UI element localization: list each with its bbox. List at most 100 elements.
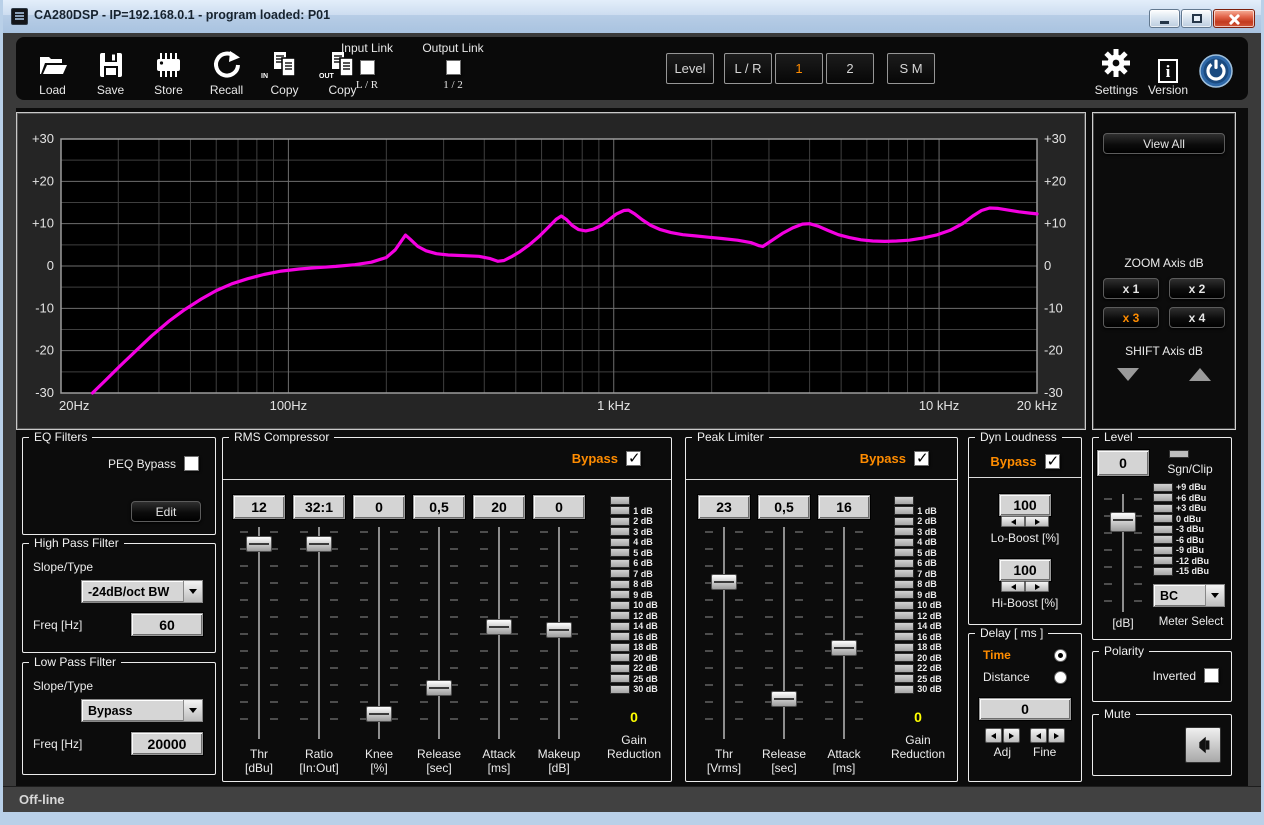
slider-thumb[interactable] [246, 536, 272, 552]
meter-segment [894, 632, 914, 641]
hi-boost-down-button[interactable] [1001, 581, 1025, 592]
slider-thumb[interactable] [306, 536, 332, 552]
delay-distance-radio[interactable] [1054, 671, 1067, 684]
slider-thumb[interactable] [831, 640, 857, 656]
eq-edit-button[interactable]: Edit [131, 501, 201, 522]
attack-slider[interactable] [822, 527, 866, 739]
slider-thumb[interactable] [711, 574, 737, 590]
shift-down-button[interactable] [1117, 368, 1139, 381]
zoom-x1-button[interactable]: x 1 [1103, 278, 1159, 299]
limiter-bypass-checkbox[interactable] [914, 451, 929, 466]
hi-boost-up-button[interactable] [1025, 581, 1049, 592]
meter-scale-label: 30 dB [630, 684, 658, 694]
makeup-slider[interactable] [537, 527, 581, 739]
meter-scale-label: 5 dB [630, 548, 653, 558]
hi-boost-value[interactable]: 100 [999, 559, 1051, 581]
thr-value[interactable]: 23 [698, 495, 750, 519]
channel-2-button[interactable]: 2 [826, 53, 874, 84]
input-link-checkbox[interactable] [360, 60, 375, 75]
attack-value[interactable]: 20 [473, 495, 525, 519]
meter-scale-label: -6 dBu [1173, 535, 1204, 545]
lo-boost-down-button[interactable] [1001, 516, 1025, 527]
minimize-button[interactable] [1149, 9, 1180, 28]
level-slider[interactable] [1101, 494, 1145, 612]
dropdown-arrow-icon[interactable] [183, 581, 202, 602]
thr-value[interactable]: 12 [233, 495, 285, 519]
delay-value[interactable]: 0 [979, 698, 1071, 720]
meter-scale-label: 14 dB [914, 621, 942, 631]
release-value[interactable]: 0,5 [758, 495, 810, 519]
slider-thumb[interactable] [1110, 512, 1136, 532]
lpf-slope-dropdown[interactable]: Bypass [81, 699, 203, 722]
knee-slider[interactable] [357, 527, 401, 739]
channel-level-button[interactable]: Level [666, 53, 714, 84]
zoom-x4-button[interactable]: x 4 [1169, 307, 1225, 328]
channel-1-button[interactable]: 1 [775, 53, 823, 84]
polarity-inverted-checkbox[interactable] [1204, 668, 1219, 683]
hpf-freq-value[interactable]: 60 [131, 613, 203, 636]
dyn-bypass-checkbox[interactable] [1045, 454, 1060, 469]
save-button[interactable]: Save [84, 41, 137, 97]
attack-value[interactable]: 16 [818, 495, 870, 519]
maximize-button[interactable] [1181, 9, 1212, 28]
release-slider[interactable] [762, 527, 806, 739]
store-chip-button[interactable]: Store [142, 41, 195, 97]
level-value[interactable]: 0 [1097, 450, 1149, 476]
makeup-value[interactable]: 0 [533, 495, 585, 519]
knee-value[interactable]: 0 [353, 495, 405, 519]
peq-bypass-checkbox[interactable] [184, 456, 199, 471]
delay-adj-up-button[interactable] [1003, 728, 1020, 743]
version-button[interactable]: i Version [1148, 41, 1188, 97]
thr-slider[interactable] [702, 527, 746, 739]
status-text: Off-line [19, 792, 65, 807]
delay-fine-up-button[interactable] [1048, 728, 1065, 743]
meter-select-dropdown[interactable]: BC [1153, 584, 1225, 607]
ratio-slider[interactable] [297, 527, 341, 739]
thr-slider[interactable] [237, 527, 281, 739]
meter-scale-label: 6 dB [630, 558, 653, 568]
meter-scale-label: -9 dBu [1173, 545, 1204, 555]
ratio-value[interactable]: 32:1 [293, 495, 345, 519]
slider-thumb[interactable] [366, 706, 392, 722]
lpf-freq-value[interactable]: 20000 [131, 732, 203, 755]
lo-boost-up-button[interactable] [1025, 516, 1049, 527]
meter-segment [1153, 567, 1173, 576]
delay-fine-down-button[interactable] [1030, 728, 1047, 743]
delay-adj-down-button[interactable] [985, 728, 1002, 743]
svg-text:+30: +30 [32, 131, 54, 146]
mute-button[interactable] [1185, 727, 1221, 763]
lo-boost-label: Lo-Boost [%] [991, 531, 1060, 545]
meter-scale-label: 5 dB [914, 548, 937, 558]
svg-text:+10: +10 [32, 216, 54, 231]
channel-lr-button[interactable]: L / R [724, 53, 772, 84]
close-button[interactable] [1213, 9, 1255, 28]
load-button[interactable]: Load [26, 41, 79, 97]
slider-thumb[interactable] [771, 691, 797, 707]
release-value[interactable]: 0,5 [413, 495, 465, 519]
meter-segment [894, 517, 914, 526]
slider-thumb[interactable] [486, 619, 512, 635]
copy-in-button[interactable]: IN Copy [258, 41, 311, 97]
slider-thumb[interactable] [426, 680, 452, 696]
settings-button[interactable]: Settings [1095, 41, 1138, 97]
lo-boost-value[interactable]: 100 [999, 494, 1051, 516]
zoom-x2-button[interactable]: x 2 [1169, 278, 1225, 299]
output-link-checkbox[interactable] [446, 60, 461, 75]
delay-time-radio[interactable] [1054, 649, 1067, 662]
slider-thumb[interactable] [546, 622, 572, 638]
attack-slider[interactable] [477, 527, 521, 739]
dropdown-arrow-icon[interactable] [183, 700, 202, 721]
zoom-x3-button[interactable]: x 3 [1103, 307, 1159, 328]
compressor-bypass-checkbox[interactable] [626, 451, 641, 466]
power-button[interactable] [1198, 41, 1234, 97]
dropdown-arrow-icon[interactable] [1205, 585, 1224, 606]
shift-up-button[interactable] [1189, 368, 1211, 381]
copy-out-badge: OUT [318, 73, 335, 81]
channel-sm-button[interactable]: S M [887, 53, 935, 84]
view-all-button[interactable]: View All [1103, 133, 1225, 154]
meter-segment [610, 559, 630, 568]
hpf-slope-dropdown[interactable]: -24dB/oct BW [81, 580, 203, 603]
release-slider[interactable] [417, 527, 461, 739]
meter-segment [894, 611, 914, 620]
recall-button[interactable]: Recall [200, 41, 253, 97]
